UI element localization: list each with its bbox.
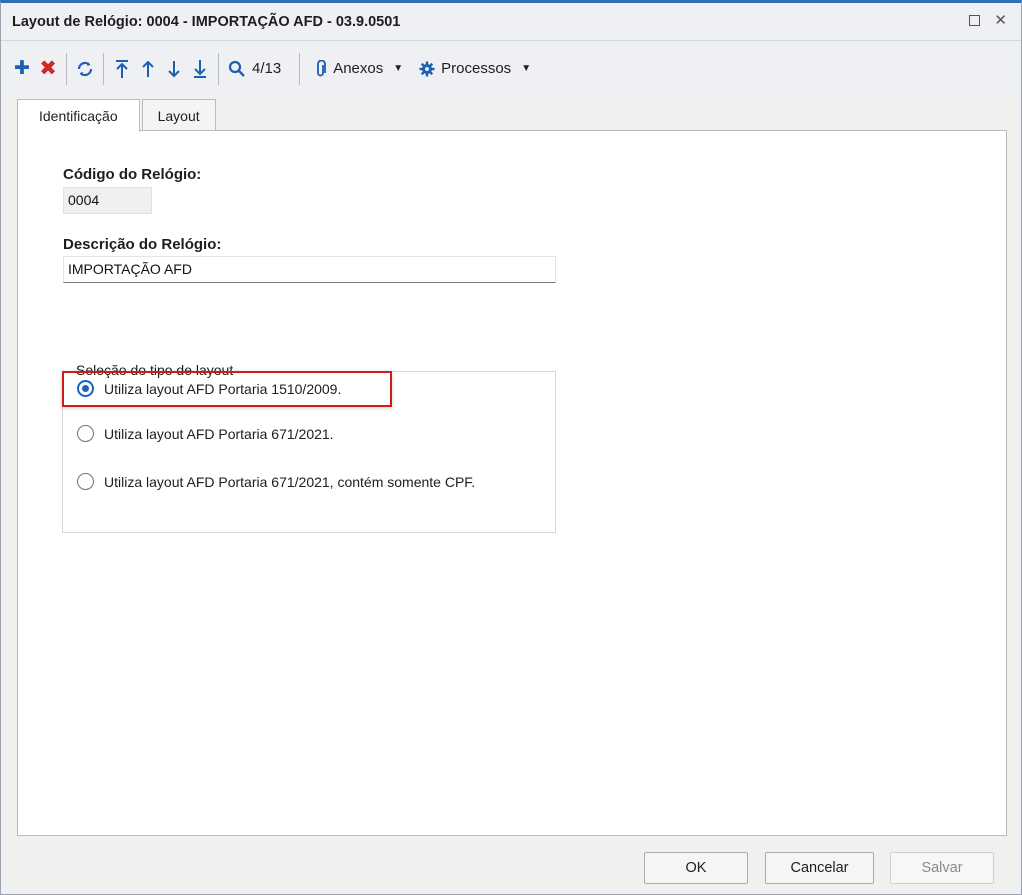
next-record-button[interactable]	[161, 51, 187, 87]
window-title: Layout de Relógio: 0004 - IMPORTAÇÃO AFD…	[12, 13, 401, 30]
arrow-up-icon	[142, 60, 154, 77]
toolbar-separator	[218, 52, 219, 85]
chevron-down-icon: ▼	[521, 63, 532, 74]
last-record-button[interactable]	[187, 51, 213, 87]
delete-button[interactable]: ✖	[35, 51, 61, 87]
paperclip-icon	[317, 59, 327, 76]
title-bar: Layout de Relógio: 0004 - IMPORTAÇÃO AFD…	[1, 3, 1021, 41]
description-field[interactable]: IMPORTAÇÃO AFD	[63, 256, 556, 283]
record-position: 4/13	[252, 60, 282, 77]
refresh-button[interactable]	[72, 51, 98, 87]
dialog-window: Layout de Relógio: 0004 - IMPORTAÇÃO AFD…	[0, 0, 1022, 895]
attachments-menu[interactable]: Anexos ▼	[311, 51, 407, 87]
close-icon: ✕	[994, 12, 1007, 29]
radio-unselected-icon	[77, 425, 94, 442]
cancel-button[interactable]: Cancelar	[765, 852, 874, 884]
arrow-down-icon	[168, 60, 180, 77]
tab-panel: Código do Relógio: 0004 Descrição do Rel…	[17, 130, 1007, 836]
plus-icon: ✚	[14, 58, 30, 79]
search-button[interactable]: 4/13	[224, 51, 285, 87]
tab-strip: Identificação Layout	[17, 99, 218, 132]
toolbar-separator	[299, 52, 301, 85]
tab-identificacao[interactable]: Identificação	[17, 99, 140, 132]
processes-label: Processos	[441, 60, 512, 77]
delete-icon: ✖	[39, 57, 57, 80]
radio-option-671-cpf[interactable]: Utiliza layout AFD Portaria 671/2021, co…	[77, 473, 475, 490]
toolbar-separator	[66, 52, 67, 85]
previous-record-button[interactable]	[135, 51, 161, 87]
radio-selected-icon	[77, 380, 94, 397]
refresh-icon	[77, 61, 93, 76]
window-controls: ✕	[969, 12, 1007, 31]
add-button[interactable]: ✚	[9, 51, 35, 87]
attachments-label: Anexos	[333, 60, 384, 77]
toolbar: ✚ ✖ 4/13 Anexos ▼ Processos ▼	[1, 41, 1021, 96]
maximize-button[interactable]	[969, 12, 981, 31]
search-icon	[228, 60, 245, 77]
save-button[interactable]: Salvar	[890, 852, 994, 884]
first-record-icon	[116, 59, 128, 78]
chevron-down-icon: ▼	[393, 63, 404, 74]
radio-option-label: Utiliza layout AFD Portaria 1510/2009.	[104, 380, 342, 397]
code-label: Código do Relógio:	[63, 166, 202, 183]
processes-menu[interactable]: Processos ▼	[415, 51, 535, 87]
toolbar-separator	[103, 52, 104, 85]
radio-option-label: Utiliza layout AFD Portaria 671/2021.	[104, 425, 334, 442]
first-record-button[interactable]	[109, 51, 135, 87]
radio-option-label: Utiliza layout AFD Portaria 671/2021, co…	[104, 473, 476, 490]
maximize-icon	[969, 15, 981, 26]
close-button[interactable]: ✕	[994, 12, 1007, 31]
description-label: Descrição do Relógio:	[63, 236, 222, 253]
gear-icon	[419, 61, 435, 76]
layout-type-group: Seleção do tipo de layout Utiliza layout…	[62, 362, 556, 533]
last-record-icon	[194, 59, 206, 78]
ok-button[interactable]: OK	[644, 852, 748, 884]
tab-layout[interactable]: Layout	[141, 99, 216, 131]
radio-option-1510[interactable]: Utiliza layout AFD Portaria 1510/2009.	[77, 380, 341, 397]
code-field[interactable]: 0004	[63, 187, 152, 214]
radio-option-671[interactable]: Utiliza layout AFD Portaria 671/2021.	[77, 425, 334, 442]
radio-unselected-icon	[77, 473, 94, 490]
